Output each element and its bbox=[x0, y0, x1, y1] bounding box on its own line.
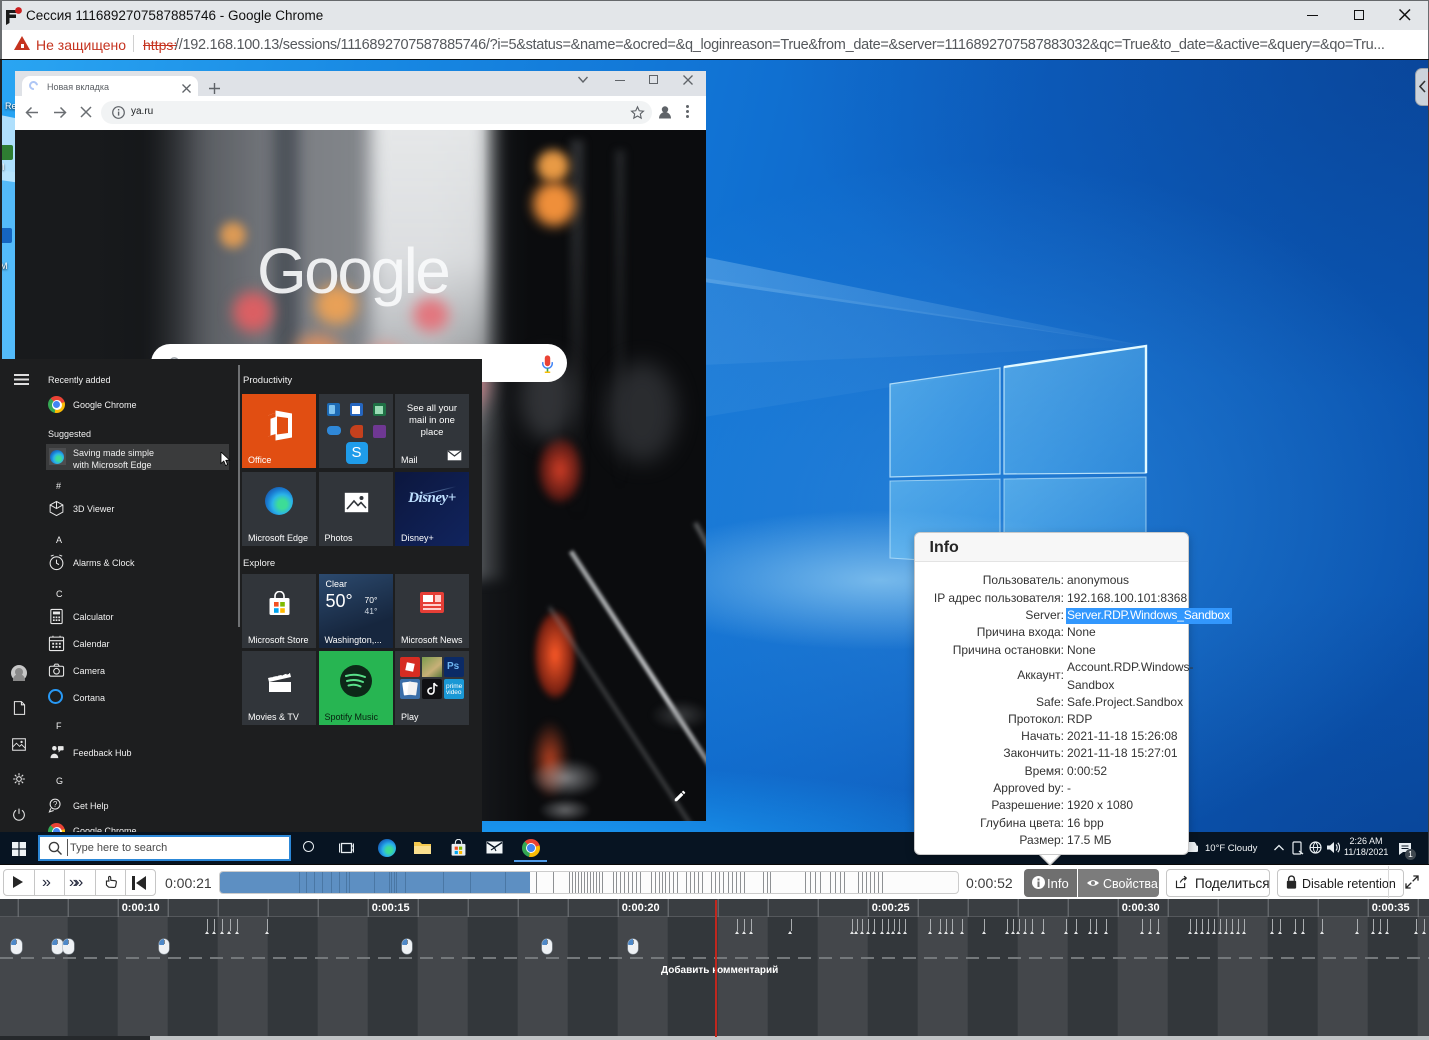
svg-text:?: ? bbox=[53, 800, 58, 809]
